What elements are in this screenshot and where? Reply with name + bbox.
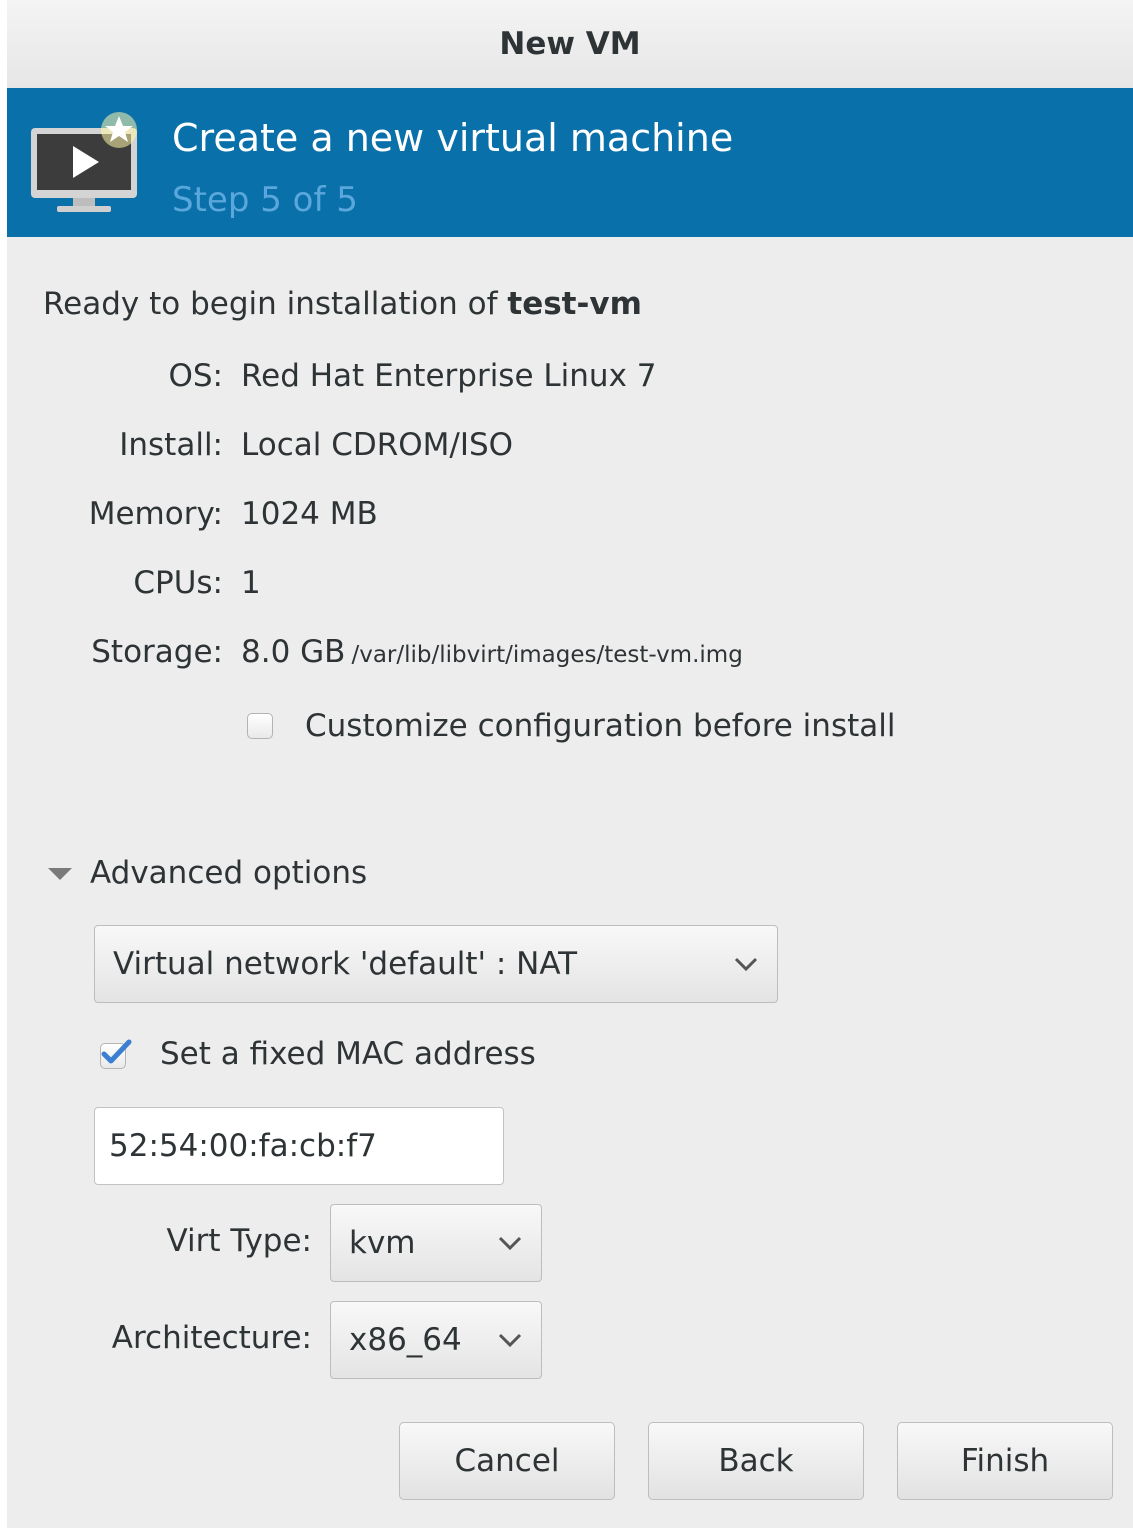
mac-address-value: 52:54:00:fa:cb:f7 [109, 1128, 377, 1164]
install-value: Local CDROM/ISO [241, 427, 514, 463]
architecture-select[interactable]: x86_64 [330, 1301, 542, 1379]
storage-value-group: 8.0 GB/var/lib/libvirt/images/test-vm.im… [241, 630, 743, 677]
customize-label[interactable]: Customize configuration before install [305, 708, 895, 744]
virt-type-label: Virt Type: [166, 1223, 312, 1259]
mac-address-input[interactable]: 52:54:00:fa:cb:f7 [94, 1107, 504, 1185]
cancel-button[interactable]: Cancel [399, 1422, 615, 1500]
storage-label: Storage: [91, 634, 223, 670]
customize-checkbox[interactable] [247, 713, 273, 739]
mac-checkbox-label[interactable]: Set a fixed MAC address [160, 1036, 536, 1072]
mac-checkbox[interactable] [100, 1039, 132, 1069]
advanced-options-expander[interactable]: Advanced options [90, 855, 367, 891]
virt-type-select[interactable]: kvm [330, 1204, 542, 1282]
expander-arrow-icon[interactable] [48, 868, 72, 880]
finish-button[interactable]: Finish [897, 1422, 1113, 1500]
architecture-value: x86_64 [349, 1322, 462, 1358]
wizard-title: Create a new virtual machine [172, 116, 734, 160]
cpus-value: 1 [241, 565, 261, 601]
storage-path: /var/lib/libvirt/images/test-vm.img [351, 642, 743, 668]
cpus-label: CPUs: [133, 565, 223, 601]
back-button[interactable]: Back [648, 1422, 864, 1500]
wizard-step: Step 5 of 5 [172, 180, 358, 220]
chevron-down-icon [734, 957, 758, 972]
storage-size: 8.0 GB [241, 634, 346, 670]
os-value: Red Hat Enterprise Linux 7 [241, 358, 657, 394]
ready-prefix: Ready to begin installation of [43, 286, 508, 322]
network-select[interactable]: Virtual network 'default' : NAT [94, 925, 778, 1003]
new-vm-dialog: New VM Create a new virtual machine Step… [7, 0, 1133, 1528]
ready-message: Ready to begin installation of test-vm [43, 286, 642, 322]
vm-name: test-vm [507, 286, 642, 322]
network-select-value: Virtual network 'default' : NAT [113, 946, 578, 982]
memory-value: 1024 MB [241, 496, 378, 532]
install-label: Install: [119, 427, 223, 463]
vm-monitor-icon [31, 112, 137, 212]
architecture-label: Architecture: [111, 1320, 312, 1356]
virt-type-value: kvm [349, 1225, 416, 1261]
chevron-down-icon [498, 1333, 522, 1348]
window-title: New VM [499, 26, 641, 62]
memory-label: Memory: [88, 496, 223, 532]
check-mark-icon [101, 1039, 132, 1064]
chevron-down-icon [498, 1236, 522, 1251]
wizard-header: Create a new virtual machine Step 5 of 5 [7, 88, 1133, 237]
os-label: OS: [168, 358, 223, 394]
window-titlebar[interactable]: New VM [7, 0, 1133, 89]
